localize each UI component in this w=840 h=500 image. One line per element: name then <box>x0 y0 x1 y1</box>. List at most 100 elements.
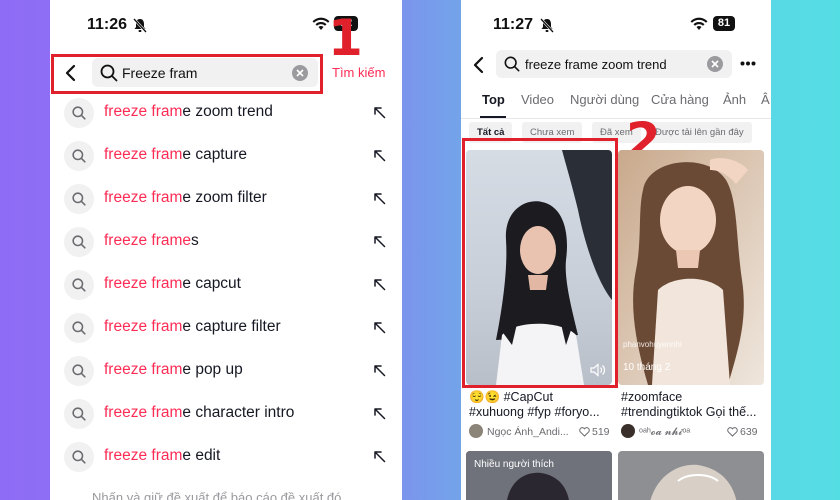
card-1-likes: 519 <box>592 426 610 438</box>
suggestion-rest: s <box>191 232 199 249</box>
card-3-badge: Nhiều người thích <box>474 459 554 470</box>
heart-icon[interactable] <box>727 427 738 437</box>
filter-recent[interactable]: Được tải lên gần đây <box>647 122 752 143</box>
suggestion-rest: e zoom trend <box>182 103 273 120</box>
card-1-caption-line2: #xuhuong #fyp #foryo... <box>469 405 600 419</box>
north-west-arrow-icon[interactable] <box>373 149 386 162</box>
suggestion-text: freeze frame zoom filter <box>104 189 267 207</box>
right-phone-screen: 11:27 81 freeze frame zoom trend Top Vid… <box>461 0 771 500</box>
card-1-author[interactable]: Ngọc Ánh_Andi... <box>487 426 569 438</box>
search-icon <box>64 356 94 386</box>
suggestion-item[interactable]: freeze frames <box>50 221 402 264</box>
result-tabs: Top Video Người dùng Cửa hàng Ảnh Â <box>461 92 771 119</box>
suggestion-text: freeze frame capcut <box>104 275 241 293</box>
suggestion-item[interactable]: freeze frame edit <box>50 436 402 479</box>
tab-photos[interactable]: Ảnh <box>723 92 746 107</box>
search-icon <box>64 227 94 257</box>
search-icon <box>64 313 94 343</box>
suggestion-item[interactable]: freeze frame capture filter <box>50 307 402 350</box>
suggestion-match: freeze fram <box>104 146 183 163</box>
tab-more[interactable]: Â <box>761 92 770 107</box>
suggestion-match: freeze fram <box>104 275 183 292</box>
suggestion-match: freeze fram <box>104 189 183 206</box>
north-west-arrow-icon[interactable] <box>373 278 386 291</box>
search-input-value: freeze frame zoom trend <box>525 56 667 72</box>
search-icon <box>64 98 94 128</box>
suggestion-item[interactable]: freeze frame character intro <box>50 393 402 436</box>
search-icon <box>64 184 94 214</box>
tab-top[interactable]: Top <box>482 92 505 107</box>
suggestion-match: freeze fram <box>104 103 183 120</box>
suggestion-item[interactable]: freeze frame zoom trend <box>50 92 402 135</box>
suggestion-rest: e zoom filter <box>182 189 267 206</box>
video-thumbnail-4[interactable] <box>618 451 764 500</box>
north-west-arrow-icon[interactable] <box>373 450 386 463</box>
annotation-box-2 <box>462 138 618 388</box>
video-thumbnail-3[interactable]: Nhiều người thích <box>466 451 612 500</box>
video-thumbnail-2[interactable]: phanvohuyennhi 10 tháng 2 <box>618 150 764 385</box>
suggestion-text: freeze frame character intro <box>104 404 294 422</box>
suggestion-rest: e capcut <box>182 275 241 292</box>
north-west-arrow-icon[interactable] <box>373 407 386 420</box>
north-west-arrow-icon[interactable] <box>373 192 386 205</box>
suggestion-text: freeze frame capture <box>104 146 247 164</box>
search-icon <box>64 270 94 300</box>
suggestion-text: freeze frame edit <box>104 447 220 465</box>
suggestion-match: freeze fram <box>104 447 183 464</box>
suggestion-match: freeze fram <box>104 361 183 378</box>
wifi-icon <box>690 17 708 30</box>
search-input[interactable]: freeze frame zoom trend <box>496 50 732 78</box>
tab-video[interactable]: Video <box>521 92 554 107</box>
suggestion-rest: e edit <box>182 447 221 464</box>
heart-icon[interactable] <box>579 427 590 437</box>
suggestion-match: freeze fram <box>104 318 183 335</box>
battery-icon: 81 <box>713 16 735 31</box>
suggestion-text: freeze frame zoom trend <box>104 103 273 121</box>
suggestion-item[interactable]: freeze frame pop up <box>50 350 402 393</box>
suggestion-rest: e capture <box>182 146 248 163</box>
card-2-author[interactable]: ᵒᵃʰ𝓸𝓪 𝓷𝓱𝓲ᵒᵃ <box>639 426 690 439</box>
status-time: 11:26 <box>87 16 128 33</box>
footer-hint: Nhấn và giữ đề xuất để báo cáo đề xuất đ… <box>92 490 342 500</box>
suggestion-text: freeze frames <box>104 232 199 250</box>
card-2-likes: 639 <box>740 426 758 438</box>
north-west-arrow-icon[interactable] <box>373 364 386 377</box>
card-1-caption-line1: 😌😉 #CapCut <box>469 390 553 404</box>
suggestion-rest: e capture filter <box>182 318 281 335</box>
clear-icon[interactable] <box>292 64 308 81</box>
card-2-date: 10 tháng 2 <box>623 362 671 373</box>
left-phone-screen: 11:26 82 Freeze fram Tìm kiếm 1 freeze f… <box>50 0 402 500</box>
search-icon <box>64 442 94 472</box>
back-chevron-icon[interactable] <box>64 64 76 82</box>
search-icon <box>100 64 118 81</box>
search-button[interactable]: Tìm kiếm <box>332 65 385 80</box>
clear-icon[interactable] <box>707 56 723 72</box>
avatar[interactable] <box>469 424 483 438</box>
suggestion-item[interactable]: freeze frame capture <box>50 135 402 178</box>
bell-slash-icon <box>133 18 147 33</box>
north-west-arrow-icon[interactable] <box>373 106 386 119</box>
more-dots-icon[interactable] <box>740 61 756 66</box>
card-2-caption-line1: #zoomface <box>621 390 683 404</box>
suggestion-text: freeze frame pop up <box>104 361 243 379</box>
avatar[interactable] <box>621 424 635 438</box>
north-west-arrow-icon[interactable] <box>373 235 386 248</box>
search-icon <box>64 399 94 429</box>
search-icon <box>504 56 520 72</box>
north-west-arrow-icon[interactable] <box>373 321 386 334</box>
tab-shop[interactable]: Cửa hàng <box>651 92 709 107</box>
annotation-number-1: 1 <box>328 9 363 67</box>
tab-divider <box>461 118 771 119</box>
tab-users[interactable]: Người dùng <box>570 92 639 107</box>
status-time: 11:27 <box>493 16 534 33</box>
search-icon <box>64 141 94 171</box>
suggestion-item[interactable]: freeze frame capcut <box>50 264 402 307</box>
suggestion-match: freeze frame <box>104 232 192 249</box>
card-2-watermark: phanvohuyennhi <box>623 340 682 349</box>
suggestion-item[interactable]: freeze frame zoom filter <box>50 178 402 221</box>
card-2-caption-line2: #trendingtiktok Gọi thế... <box>621 405 757 419</box>
search-input[interactable]: Freeze fram <box>92 58 318 87</box>
bell-slash-icon <box>540 18 554 33</box>
suggestion-rest: e pop up <box>182 361 243 378</box>
back-chevron-icon[interactable] <box>472 56 484 74</box>
